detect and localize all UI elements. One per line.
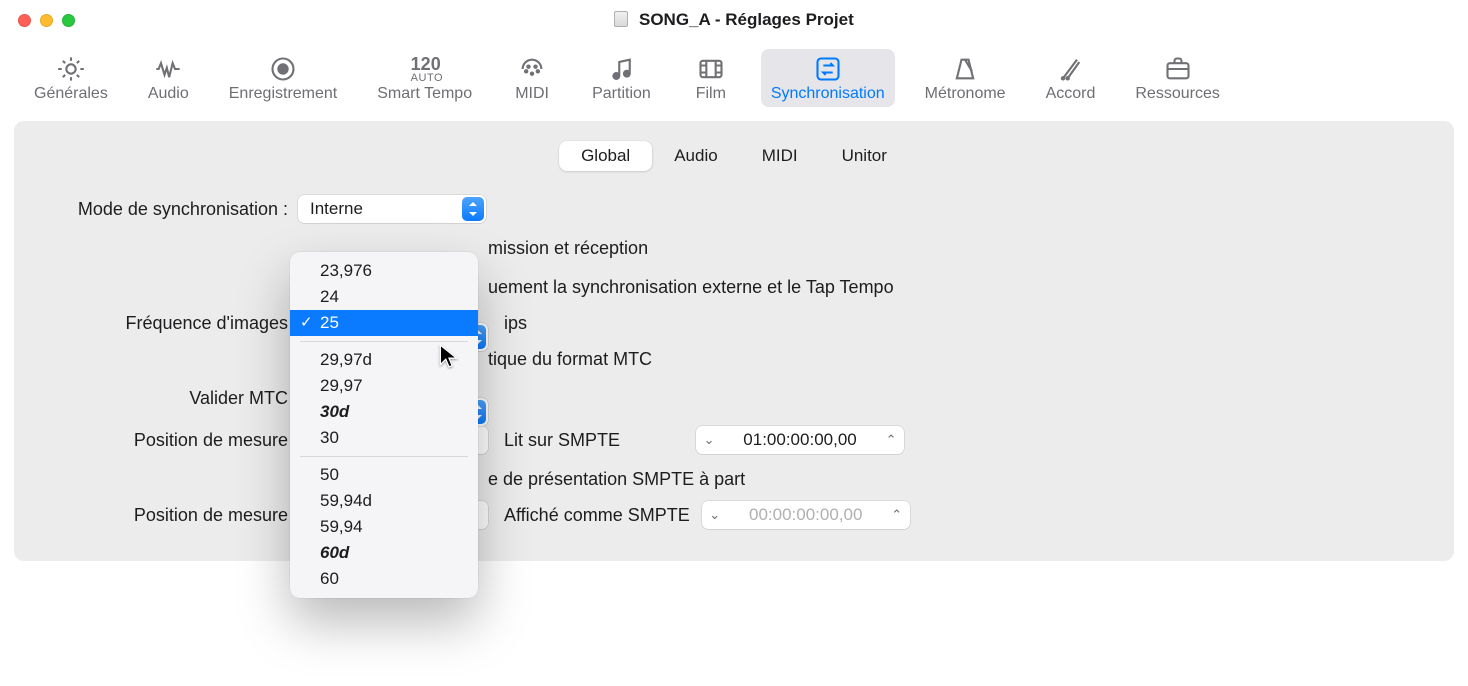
toolbar: Générales Audio Enregistrement 120 AUTO …	[0, 27, 1468, 117]
content-panel: Global Audio MIDI Unitor Mode de synchro…	[14, 121, 1454, 561]
frame-rate-option[interactable]: 30	[290, 425, 478, 451]
tab-metronome[interactable]: Métronome	[915, 49, 1016, 107]
sync-mode-select[interactable]: Interne	[298, 195, 486, 223]
frame-rate-option[interactable]: 60d	[290, 540, 478, 566]
mtc-auto-detect-text: tique du format MTC	[488, 349, 652, 370]
smpte-view-offset-text: e de présentation SMPTE à part	[488, 469, 745, 490]
emission-reception-text: mission et réception	[488, 238, 648, 259]
smpte-value-2-stepper[interactable]: ⌄ 00:00:00:00,00 ⌃	[702, 501, 910, 529]
frame-rate-unit: ips	[504, 313, 527, 334]
stepper-down-icon[interactable]: ⌄	[702, 507, 728, 523]
frame-rate-option[interactable]: 59,94	[290, 514, 478, 540]
frame-rate-option[interactable]: 30d	[290, 399, 478, 425]
auto-enable-sync-text: uement la synchronisation externe et le …	[488, 277, 894, 298]
tab-midi[interactable]: MIDI	[502, 49, 562, 107]
chevron-updown-icon	[462, 197, 484, 221]
tab-tuning[interactable]: Accord	[1036, 49, 1106, 107]
tab-recording[interactable]: Enregistrement	[219, 49, 348, 107]
frame-rate-label: Fréquence d'images	[42, 313, 298, 334]
validate-mtc-label: Valider MTC	[42, 388, 298, 409]
stepper-down-icon[interactable]: ⌄	[696, 432, 722, 448]
position-label-1: Position de mesure	[42, 430, 298, 451]
segmented-control: Global Audio MIDI Unitor	[557, 139, 911, 173]
tab-general[interactable]: Générales	[24, 49, 118, 107]
stepper-up-icon[interactable]: ⌃	[884, 507, 910, 523]
document-icon	[614, 11, 628, 27]
frame-rate-option[interactable]: 23,976	[290, 258, 478, 284]
seg-unitor[interactable]: Unitor	[820, 141, 909, 171]
form-area: Mode de synchronisation : Interne missio…	[14, 191, 1454, 533]
tab-synchronization[interactable]: Synchronisation	[761, 49, 895, 107]
frame-rate-option[interactable]: 59,94d	[290, 488, 478, 514]
window-title: SONG_A - Réglages Projet	[0, 10, 1468, 30]
seg-audio[interactable]: Audio	[652, 141, 739, 171]
tab-assets[interactable]: Ressources	[1125, 49, 1229, 107]
reads-on-smpte-text: Lit sur SMPTE	[504, 430, 620, 451]
frame-rate-popup-menu: 23,976242529,97d29,9730d305059,94d59,946…	[290, 252, 478, 598]
seg-global[interactable]: Global	[559, 141, 652, 171]
shown-as-smpte-text: Affiché comme SMPTE	[504, 505, 690, 526]
cursor-icon	[438, 343, 460, 374]
frame-rate-option[interactable]: 50	[290, 462, 478, 488]
stepper-up-icon[interactable]: ⌃	[878, 432, 904, 448]
frame-rate-option[interactable]: 29,97	[290, 373, 478, 399]
position-label-2: Position de mesure	[42, 505, 298, 526]
smpte-value-1-stepper[interactable]: ⌄ 01:00:00:00,00 ⌃	[696, 426, 904, 454]
tab-score[interactable]: Partition	[582, 49, 661, 107]
frame-rate-option[interactable]: 60	[290, 566, 478, 592]
tab-smart-tempo[interactable]: 120 AUTO Smart Tempo	[367, 49, 482, 107]
seg-midi[interactable]: MIDI	[740, 141, 820, 171]
frame-rate-option[interactable]: 24	[290, 284, 478, 310]
sync-mode-label: Mode de synchronisation :	[42, 199, 298, 220]
frame-rate-option[interactable]: 25	[290, 310, 478, 336]
tab-movie[interactable]: Film	[681, 49, 741, 107]
tab-audio[interactable]: Audio	[138, 49, 199, 107]
